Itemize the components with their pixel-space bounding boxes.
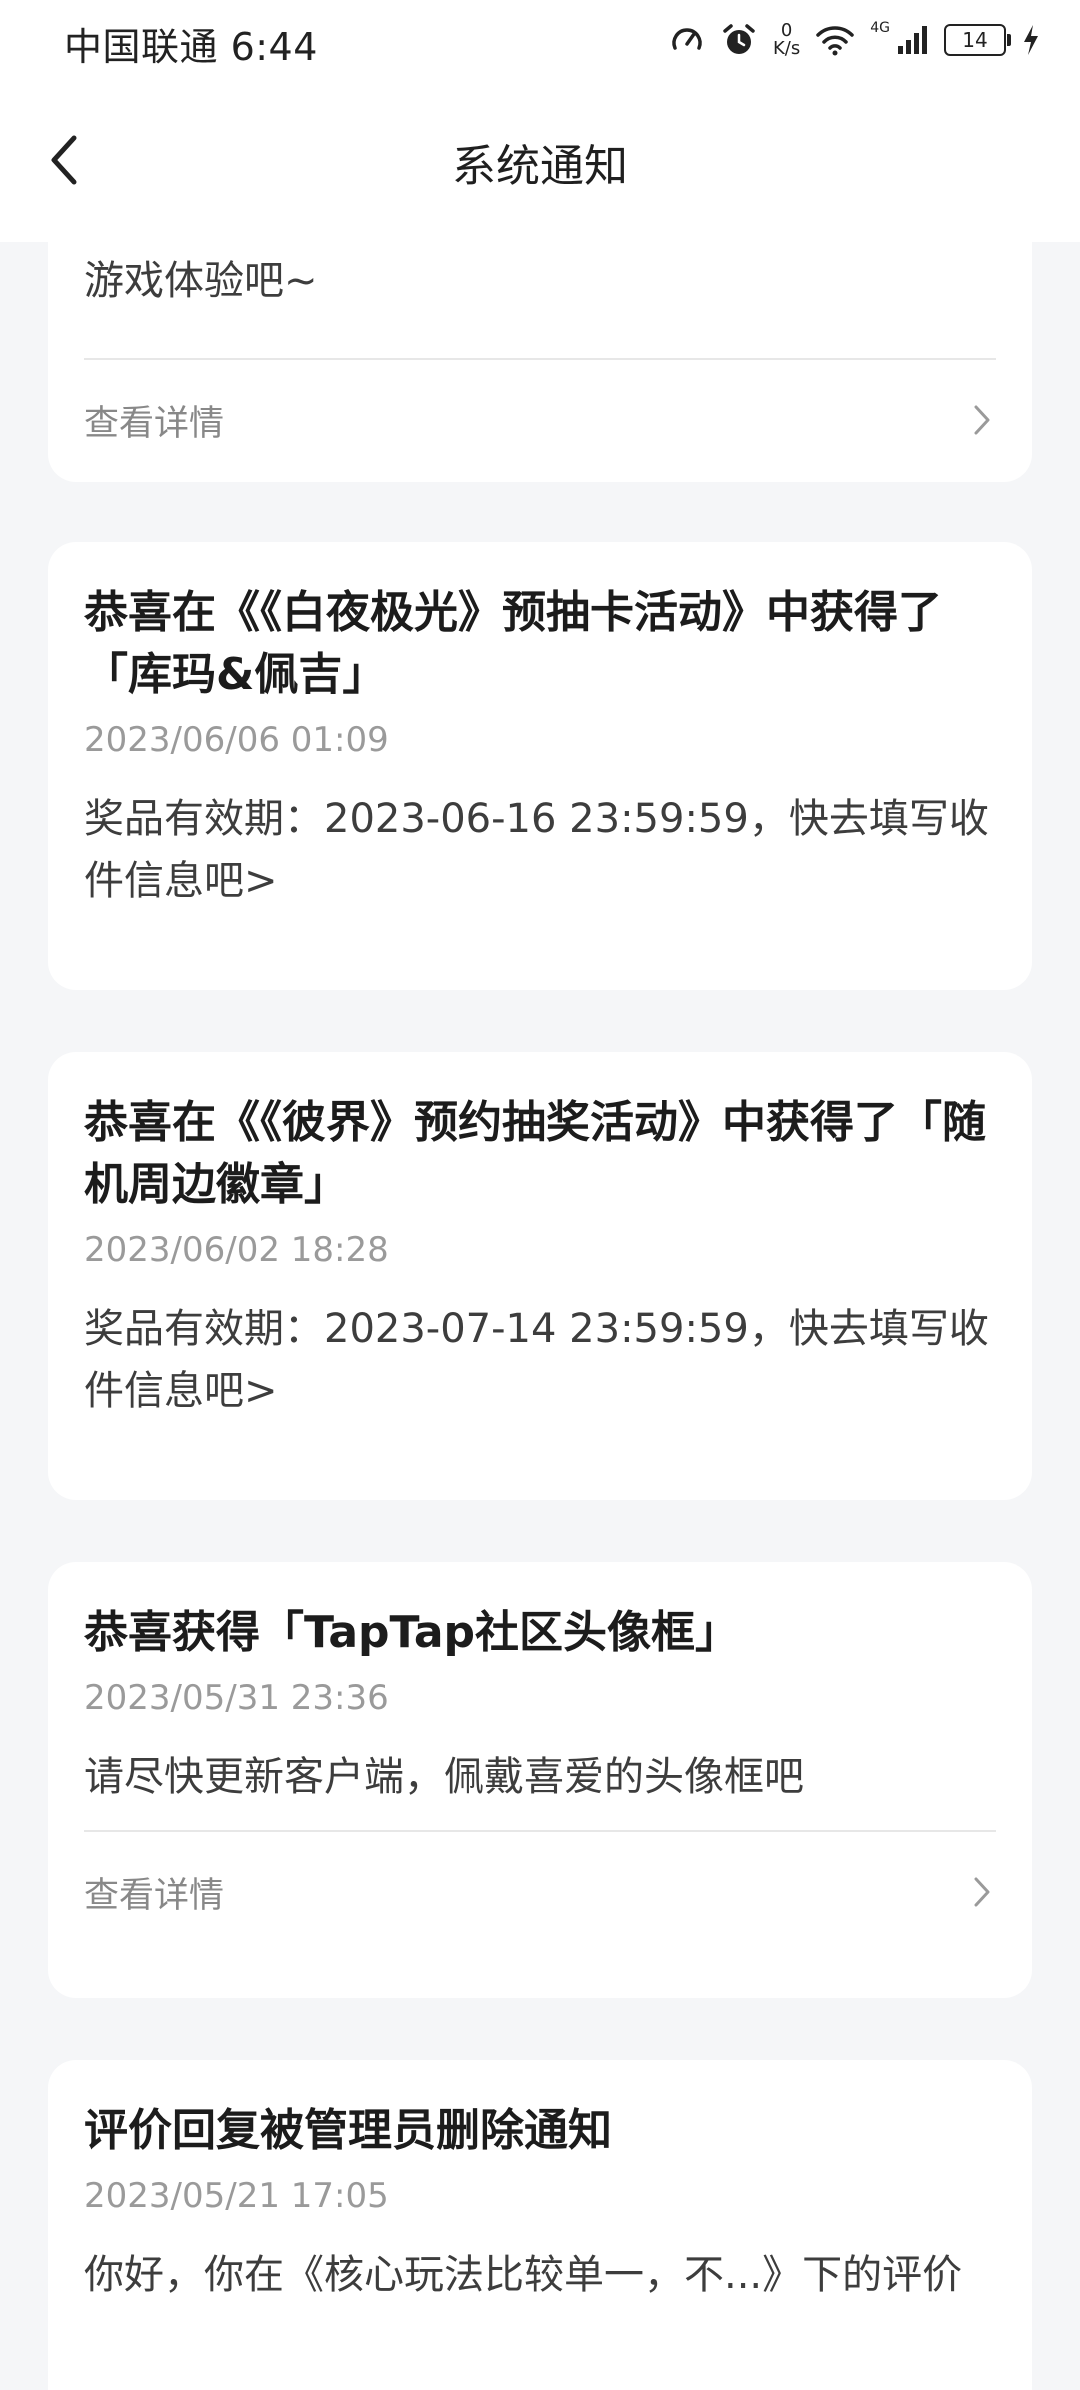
battery-indicator: 14 (944, 24, 1011, 56)
view-details-link[interactable]: 查看详情 (84, 360, 996, 480)
view-details-link[interactable]: 查看详情 (84, 1832, 996, 1952)
notification-title: 恭喜在《《彼界》预约抽奖活动》中获得了「随机周边徽章」 (84, 1097, 986, 1210)
notification-title: 恭喜在《《白夜极光》预抽卡活动》中获得了「库玛&佩吉」 (84, 587, 942, 700)
notification-date: 2023/06/06 01:09 (84, 720, 389, 760)
notification-body: 请尽快更新客户端，佩戴喜爱的头像框吧 (84, 1754, 804, 1800)
notification-title: 评价回复被管理员删除通知 (84, 2105, 612, 2156)
chevron-right-icon (974, 1877, 990, 1907)
network-speed: 0 K/s (773, 22, 800, 58)
notification-body[interactable]: 奖品有效期：2023-07-14 23:59:59，快去填写收件信息吧> (84, 1298, 996, 1422)
network-speed-unit: K/s (772, 38, 801, 59)
battery-level: 14 (962, 28, 988, 52)
status-icons: 0 K/s 4G 14 (669, 16, 1040, 64)
notification-body: 你好，你在《核心玩法比较单一，不...》下的评价 (84, 2252, 963, 2298)
view-details-label: 查看详情 (84, 1875, 225, 1916)
chevron-right-icon (974, 405, 990, 435)
notification-date: 2023/06/02 18:28 (84, 1230, 389, 1270)
charging-icon (1024, 25, 1038, 55)
view-details-label: 查看详情 (84, 403, 225, 444)
notification-date: 2023/05/21 17:05 (84, 2176, 389, 2216)
notification-card[interactable]: 恭喜在《《白夜极光》预抽卡活动》中获得了「库玛&佩吉」 2023/06/06 0… (48, 542, 1032, 990)
alarm-icon (723, 24, 755, 54)
speedometer-icon (672, 28, 702, 50)
notification-title: 恭喜获得「TapTap社区头像框」 (84, 1607, 740, 1658)
page-header: 系统通知 (0, 100, 1080, 220)
notification-body: 游戏体验吧~ (84, 258, 318, 304)
wifi-icon (816, 26, 854, 56)
notification-date: 2023/05/31 23:36 (84, 1678, 389, 1718)
status-bar: 中国联通 6:44 0 K/s 4G 14 (0, 0, 1080, 80)
top-bar: 中国联通 6:44 0 K/s 4G 14 系统通知 (0, 0, 1080, 242)
page-title: 系统通知 (452, 141, 628, 192)
notification-card[interactable]: 恭喜获得「TapTap社区头像框」 2023/05/31 23:36 请尽快更新… (48, 1562, 1032, 1998)
notification-body[interactable]: 奖品有效期：2023-06-16 23:59:59，快去填写收件信息吧> (84, 788, 996, 912)
carrier-time: 中国联通 6:44 (64, 25, 318, 69)
signal-icon (898, 26, 927, 54)
notification-card[interactable]: 评价回复被管理员删除通知 2023/05/21 17:05 你好，你在《核心玩法… (48, 2060, 1032, 2390)
notification-card[interactable]: 恭喜在《《彼界》预约抽奖活动》中获得了「随机周边徽章」 2023/06/02 1… (48, 1052, 1032, 1500)
network-type: 4G (870, 20, 890, 36)
